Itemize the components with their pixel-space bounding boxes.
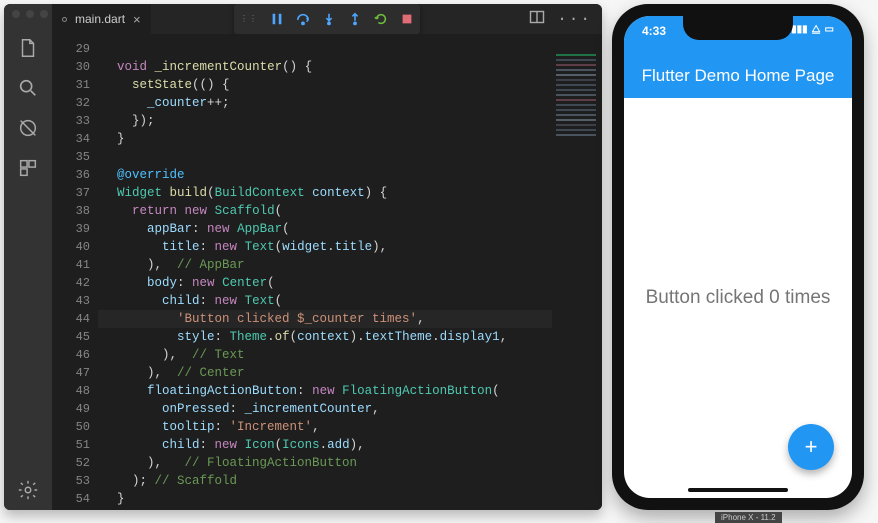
debug-icon[interactable] — [16, 116, 40, 140]
more-actions-icon[interactable]: ··· — [557, 10, 592, 28]
phone-simulator: 4:33 ▮▮▮▮ ⧋ ▭ Flutter Demo Home Page But… — [612, 4, 864, 510]
restart-icon[interactable] — [374, 12, 388, 26]
split-editor-icon[interactable] — [529, 9, 545, 29]
file-dirty-dot-icon — [62, 17, 67, 22]
search-icon[interactable] — [16, 76, 40, 100]
close-dot-icon[interactable] — [12, 10, 20, 18]
tab-bar: main.dart × ⋮⋮ — [52, 4, 602, 34]
zoom-dot-icon[interactable] — [40, 10, 48, 18]
explorer-icon[interactable] — [16, 36, 40, 60]
minimap[interactable] — [552, 34, 602, 510]
home-indicator[interactable] — [688, 488, 788, 492]
app-bar-title: Flutter Demo Home Page — [642, 66, 835, 86]
settings-gear-icon[interactable] — [16, 478, 40, 502]
step-over-icon[interactable] — [296, 12, 310, 26]
tab-main-dart[interactable]: main.dart × — [52, 4, 152, 34]
drag-grip-icon[interactable]: ⋮⋮ — [240, 14, 258, 24]
app-bar: Flutter Demo Home Page — [624, 54, 852, 98]
status-time: 4:33 — [642, 24, 666, 38]
code-editor[interactable]: 2930313233343536373839404142434445464748… — [52, 34, 602, 510]
tab-label: main.dart — [75, 12, 125, 26]
line-number-gutter: 2930313233343536373839404142434445464748… — [52, 34, 98, 510]
step-into-icon[interactable] — [322, 12, 336, 26]
floating-action-button[interactable]: + — [788, 424, 834, 470]
window-traffic-lights[interactable] — [12, 10, 48, 18]
debug-toolbar[interactable]: ⋮⋮ — [234, 4, 420, 34]
activity-bar — [4, 4, 52, 510]
stop-icon[interactable] — [400, 12, 414, 26]
pause-icon[interactable] — [270, 12, 284, 26]
editor-column: main.dart × ⋮⋮ — [52, 4, 602, 510]
phone-notch — [683, 16, 793, 40]
phone-screen[interactable]: 4:33 ▮▮▮▮ ⧋ ▭ Flutter Demo Home Page But… — [624, 16, 852, 498]
ide-window: main.dart × ⋮⋮ — [4, 4, 602, 510]
extensions-icon[interactable] — [16, 156, 40, 180]
simulator-label: iPhone X - 11.2 — [715, 512, 782, 523]
counter-text: Button clicked 0 times — [646, 287, 831, 309]
tab-close-icon[interactable]: × — [133, 12, 141, 27]
plus-icon: + — [805, 434, 818, 460]
minimize-dot-icon[interactable] — [26, 10, 34, 18]
minimap-preview — [556, 54, 596, 140]
battery-icon: ▭ — [825, 24, 834, 35]
editor-actions: ··· — [519, 4, 602, 34]
step-out-icon[interactable] — [348, 12, 362, 26]
code-content[interactable]: void _incrementCounter() { setState(() {… — [98, 34, 552, 510]
wifi-icon: ⧋ — [812, 24, 821, 35]
